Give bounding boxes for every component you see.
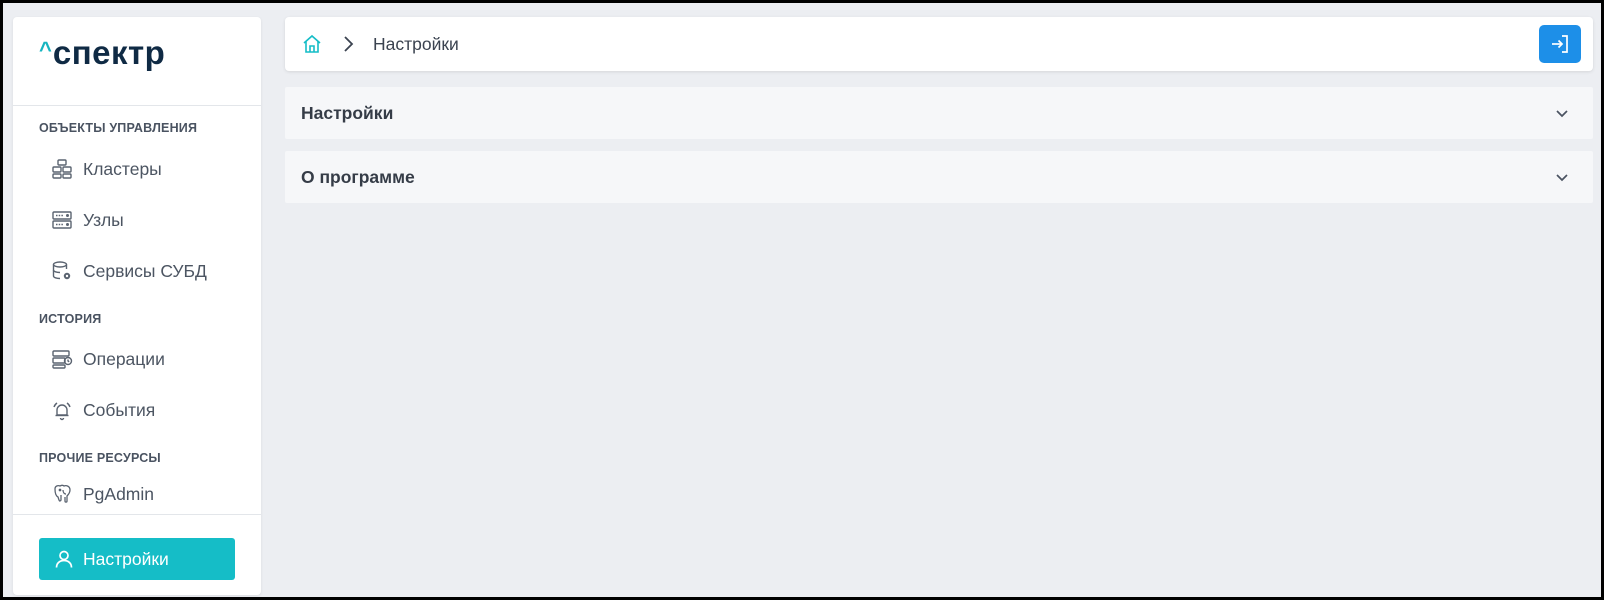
sidebar-item-label: Сервисы СУБД <box>83 260 207 281</box>
chevron-down-icon[interactable] <box>1553 168 1571 186</box>
alarm-bell-icon <box>51 399 73 421</box>
sidebar-item-label: Операции <box>83 348 165 369</box>
app-logo[interactable]: ^ спектр <box>39 35 165 95</box>
logout-icon <box>1549 33 1571 55</box>
divider <box>13 514 261 515</box>
database-settings-icon <box>51 260 73 282</box>
settings-button[interactable]: Настройки <box>39 538 235 580</box>
operations-icon <box>51 348 73 370</box>
accordion-title: О программе <box>301 167 415 187</box>
home-icon[interactable] <box>301 33 323 55</box>
sidebar-item-nodes[interactable]: Узлы <box>51 205 251 235</box>
logo-text: спектр <box>52 34 166 71</box>
server-icon <box>51 209 73 231</box>
sidebar-item-operations[interactable]: Операции <box>51 344 251 374</box>
sidebar-item-label: События <box>83 399 156 420</box>
sidebar-item-events[interactable]: События <box>51 395 251 425</box>
chevron-right-icon <box>337 33 359 55</box>
settings-button-label: Настройки <box>83 548 169 569</box>
cluster-icon <box>51 158 73 180</box>
chevron-down-icon[interactable] <box>1553 104 1571 122</box>
logo-caret: ^ <box>39 37 52 62</box>
accordion-title: Настройки <box>301 103 394 123</box>
app-window: ^ спектр ОБЪЕКТЫ УПРАВЛЕНИЯ Кластеры Узл… <box>0 0 1604 600</box>
sidebar-item-pgadmin[interactable]: PgAdmin <box>51 479 251 509</box>
logout-button[interactable] <box>1539 25 1581 63</box>
breadcrumb-current: Настройки <box>373 34 459 54</box>
sidebar-item-clusters[interactable]: Кластеры <box>51 154 251 184</box>
user-icon <box>53 548 75 570</box>
sidebar-item-label: Узлы <box>83 209 124 230</box>
section-title-other-resources: ПРОЧИЕ РЕСУРСЫ <box>39 451 161 465</box>
section-title-management: ОБЪЕКТЫ УПРАВЛЕНИЯ <box>39 121 198 135</box>
sidebar-item-label: Кластеры <box>83 158 162 179</box>
accordion-about[interactable]: О программе <box>285 151 1593 203</box>
sidebar: ^ спектр ОБЪЕКТЫ УПРАВЛЕНИЯ Кластеры Узл… <box>13 17 261 595</box>
sidebar-item-dbms-services[interactable]: Сервисы СУБД <box>51 256 251 286</box>
divider <box>13 105 261 106</box>
topbar: Настройки <box>285 17 1593 71</box>
accordion-settings[interactable]: Настройки <box>285 87 1593 139</box>
sidebar-item-label: PgAdmin <box>83 483 155 504</box>
section-title-history: ИСТОРИЯ <box>39 312 102 326</box>
postgres-elephant-icon <box>51 483 73 505</box>
